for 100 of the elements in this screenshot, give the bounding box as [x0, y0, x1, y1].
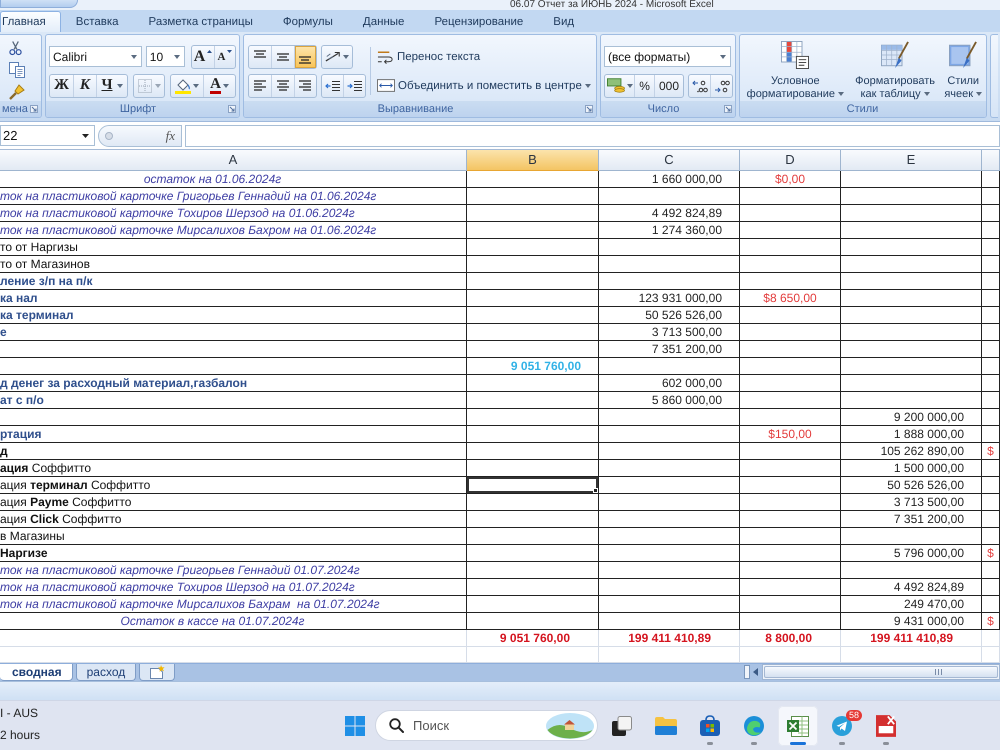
- table-cell: то от Магазинов: [0, 256, 467, 273]
- table-cell: е: [0, 324, 467, 341]
- scroll-left-icon[interactable]: [753, 668, 758, 676]
- dialog-launcher-icon[interactable]: [228, 105, 236, 113]
- cell-brush-icon: [949, 41, 978, 69]
- copy-icon[interactable]: [9, 62, 25, 78]
- caret-icon: [116, 84, 122, 88]
- cell-styles-button[interactable]: Стили ячеек: [942, 41, 984, 101]
- decrease-decimal-button[interactable]: [710, 74, 732, 96]
- merge-cells-icon: [377, 79, 395, 92]
- bold-button[interactable]: Ж: [50, 74, 73, 96]
- column-header[interactable]: E: [841, 150, 982, 171]
- insert-function-button[interactable]: fx: [166, 128, 175, 144]
- group-label: Стили: [846, 103, 880, 115]
- thousands-button[interactable]: 000: [654, 74, 683, 96]
- table-cell: [982, 392, 1000, 409]
- caret-icon: [838, 92, 844, 96]
- table-cell: то от Наргизы: [0, 239, 467, 256]
- sheet-tab[interactable]: расход: [76, 664, 136, 681]
- shrink-font-button[interactable]: A: [214, 46, 235, 68]
- name-box[interactable]: 22: [0, 125, 95, 146]
- format-table-button[interactable]: Форматировать как таблицу: [850, 41, 941, 101]
- table-cell: $8 650,00: [740, 290, 841, 307]
- dialog-launcher-icon[interactable]: [585, 105, 593, 113]
- table-cell: д денег за расходный материал,газбалон: [0, 375, 467, 392]
- table-cell: ат с п/о: [0, 392, 467, 409]
- splitter-handle[interactable]: [744, 665, 750, 679]
- align-right-icon: [298, 80, 312, 91]
- diagonal-arrow-icon: [325, 51, 341, 62]
- conditional-format-button[interactable]: Условное форматирование: [743, 41, 848, 101]
- table-cell: Наргизе: [0, 545, 467, 562]
- column-header[interactable]: D: [740, 150, 841, 171]
- table-cell: $: [982, 613, 1000, 630]
- table-cell: [982, 171, 1000, 188]
- table-cell: [982, 460, 1000, 477]
- search-field[interactable]: Поиск: [375, 710, 598, 741]
- number-format-field[interactable]: (все форматы): [604, 46, 731, 67]
- table-cell: 5 860 000,00: [599, 392, 740, 409]
- table-cell: [982, 494, 1000, 511]
- ribbon-tab[interactable]: Вид: [538, 11, 590, 32]
- merge-center-button[interactable]: Объединить и поместить в центре: [377, 74, 591, 97]
- table-cell: ток на пластиковой карточке Мирсалихов Бахрам на 01.07.2024г: [0, 596, 467, 613]
- grow-font-button[interactable]: A: [192, 46, 214, 68]
- ribbon-tab[interactable]: Формулы: [268, 11, 348, 32]
- italic-button[interactable]: К: [73, 74, 96, 96]
- column-header[interactable]: B: [467, 150, 599, 171]
- table-cell: [982, 477, 1000, 494]
- caret-icon: [626, 84, 633, 88]
- ribbon-tab[interactable]: Вставка: [60, 11, 134, 32]
- ribbon-tab[interactable]: Главная: [0, 11, 61, 32]
- table-cell: 3 713 500,00: [841, 494, 982, 511]
- spreadsheet-app-button[interactable]: [778, 706, 818, 746]
- table-cell: $150,00: [740, 426, 841, 443]
- font-name-field[interactable]: Calibri: [49, 46, 142, 67]
- caret-icon: [130, 54, 137, 58]
- table-cell: [982, 630, 1000, 647]
- caret-icon: [227, 50, 232, 52]
- formula-field[interactable]: [185, 124, 1000, 146]
- table-cell: 199 411 410,89: [599, 630, 740, 647]
- ribbon-tab[interactable]: Данные: [348, 11, 420, 32]
- wrap-text-button[interactable]: Перенос текста: [377, 45, 480, 68]
- font-color-button[interactable]: A: [202, 74, 235, 96]
- insert-sheet-button[interactable]: [139, 664, 176, 681]
- colored-grid-icon: [781, 41, 810, 69]
- ribbon-tab[interactable]: Рецензирование: [419, 11, 538, 32]
- caret-icon: [976, 92, 982, 96]
- ribbon-tab[interactable]: Разметка страницы: [134, 11, 268, 32]
- percent-button[interactable]: %: [634, 74, 654, 96]
- align-left-icon: [253, 80, 268, 91]
- sheet-tab[interactable]: сводная: [0, 664, 73, 681]
- align-button[interactable]: [294, 46, 316, 68]
- dialog-launcher-icon[interactable]: [30, 105, 38, 113]
- window-title: 06.07 Отчет за ИЮНЬ 2024 - Microsoft Excel: [510, 0, 714, 10]
- caret-icon: [82, 134, 89, 138]
- table-cell: [982, 239, 1000, 256]
- messenger-button[interactable]: 58: [822, 706, 862, 746]
- column-header[interactable]: C: [599, 150, 740, 171]
- increase-indent-button[interactable]: [343, 74, 365, 96]
- font-size-field[interactable]: 10: [146, 46, 185, 67]
- brush-icon[interactable]: [9, 84, 25, 100]
- table-cell: [982, 256, 1000, 273]
- table-cell: ация Payme Соффитто: [0, 494, 467, 511]
- fill-handle[interactable]: [593, 488, 598, 493]
- table-cell: ток на пластиковой карточке Мирсалихов Бахром на 01.06.2024г: [0, 222, 467, 239]
- table-cell[interactable]: [467, 477, 599, 494]
- search-input[interactable]: Поиск: [413, 718, 537, 733]
- dialog-launcher-icon[interactable]: [724, 105, 732, 113]
- widget-text[interactable]: 2 hours: [0, 728, 40, 742]
- caret-icon: [154, 84, 160, 88]
- caret-up-icon: [207, 50, 212, 52]
- column-header[interactable]: A: [0, 150, 467, 171]
- orientation-button[interactable]: [321, 44, 353, 68]
- underline-button[interactable]: Ч: [96, 74, 127, 96]
- scissors-icon[interactable]: [9, 40, 22, 56]
- widget-text[interactable]: I - AUS: [0, 706, 38, 720]
- table-cell: [982, 188, 1000, 205]
- group-label: мена: [2, 103, 29, 115]
- table-cell: ртация: [0, 426, 467, 443]
- banknote-icon: [606, 78, 625, 93]
- start-icon: [345, 716, 365, 736]
